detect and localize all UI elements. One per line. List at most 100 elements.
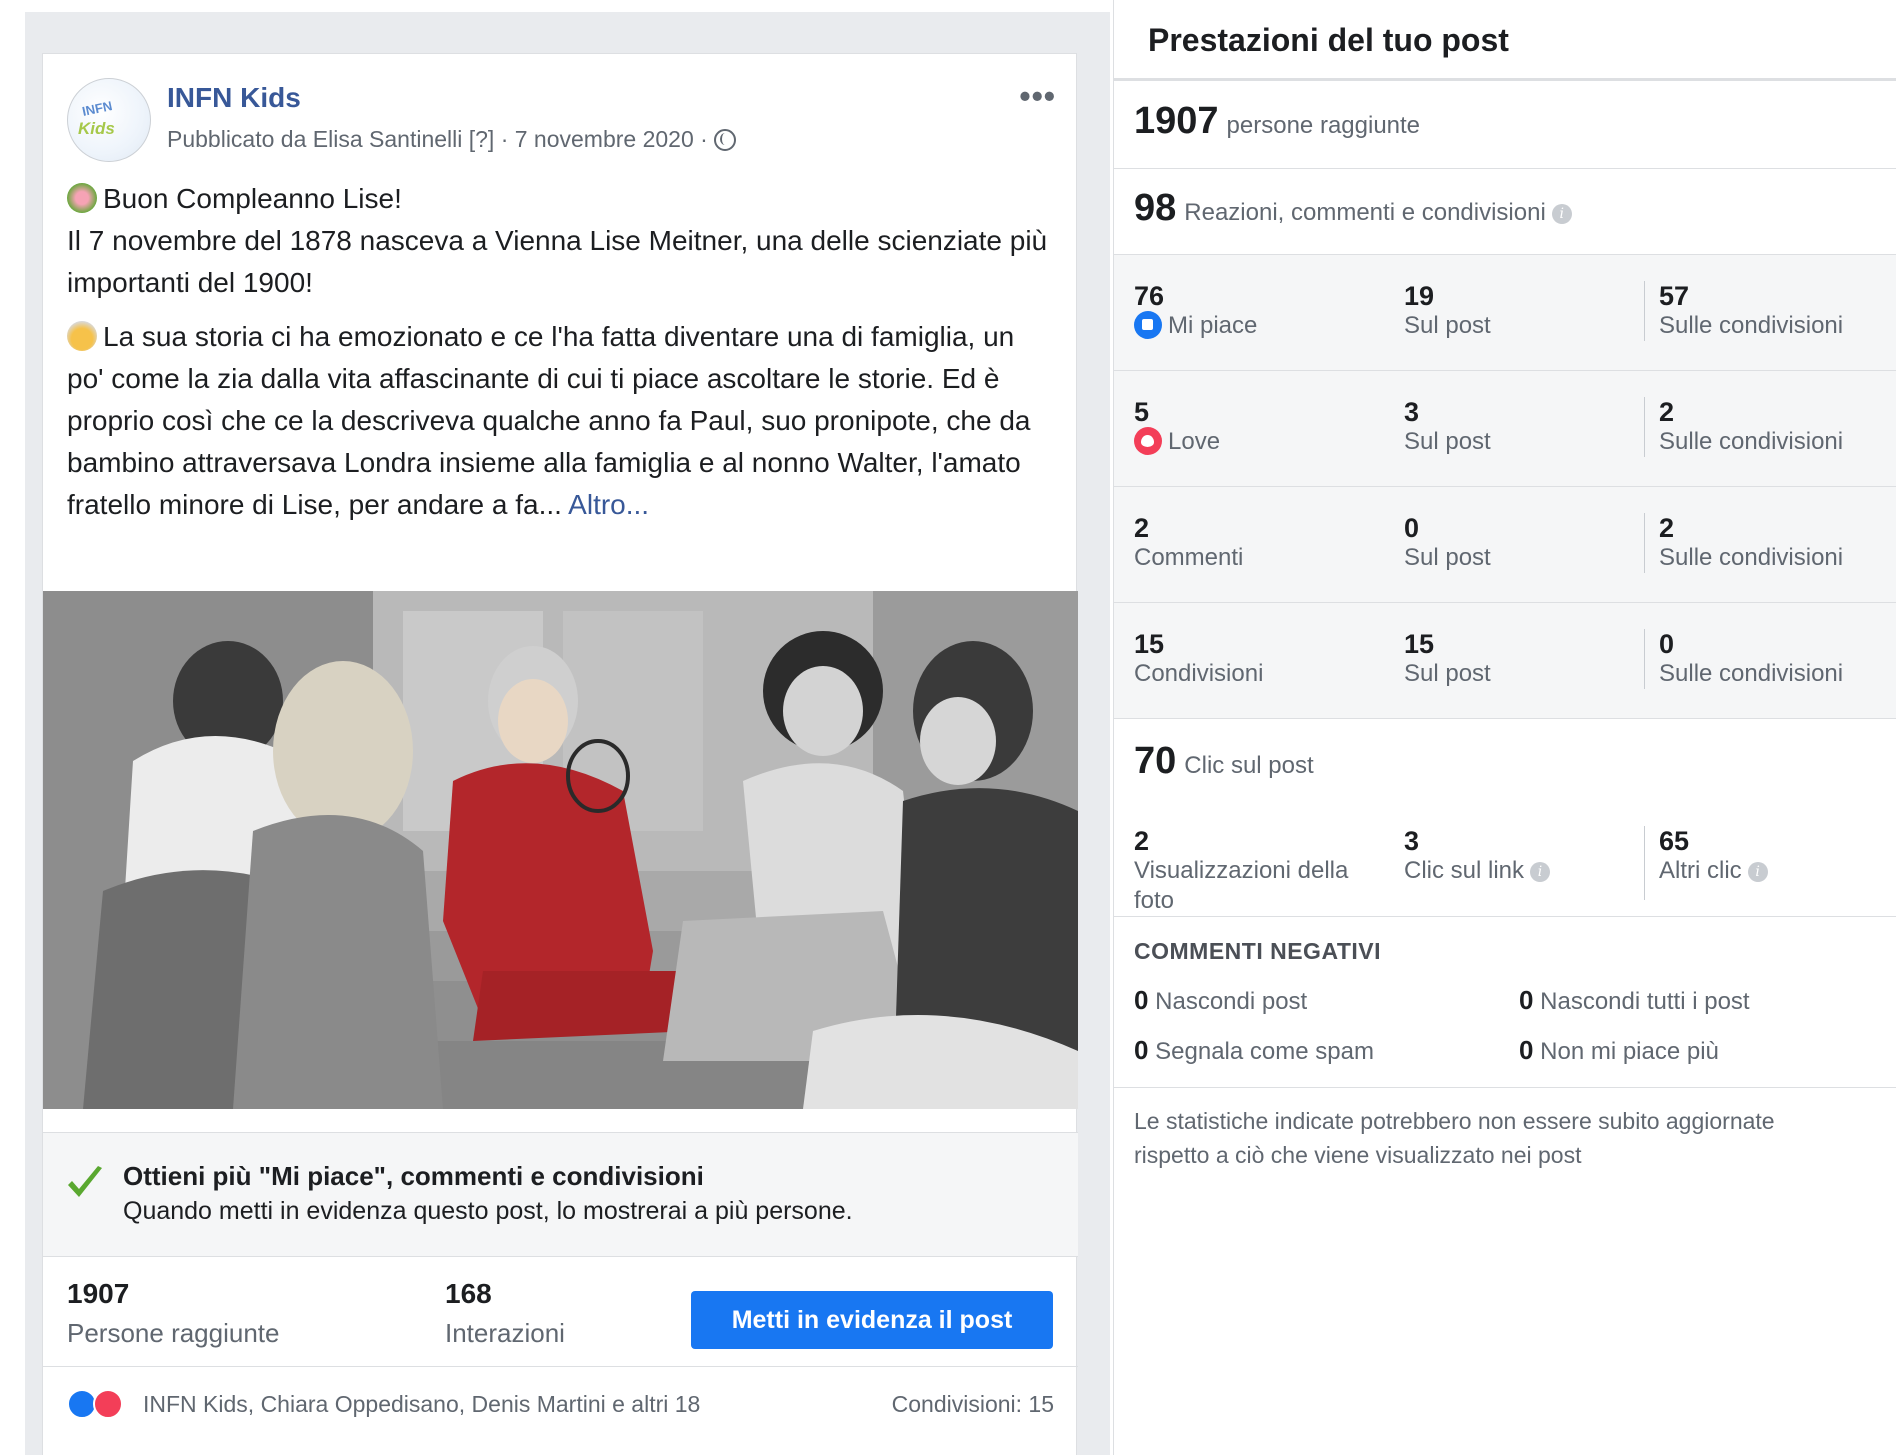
comments-on-post-value: 0 [1404, 513, 1420, 543]
hide-all-posts-value: 0 [1519, 985, 1534, 1015]
likes-label: Mi piace [1168, 312, 1258, 339]
comments-on-shares-label: Sulle condivisioni [1659, 544, 1844, 571]
shares-on-post-label: Sul post [1404, 660, 1491, 687]
avatar-text-bottom: Kids [78, 119, 115, 138]
boost-suggestion: Ottieni più "Mi piace", commenti e condi… [43, 1132, 1078, 1257]
report-spam-value: 0 [1134, 1035, 1149, 1065]
interactions-stat: 168 Interazioni [445, 1278, 565, 1349]
link-clicks-label: Clic sul link [1404, 857, 1525, 884]
shares-on-shares-value: 0 [1659, 629, 1675, 659]
page-name-link[interactable]: INFN Kids [167, 82, 301, 114]
shares-label: Condivisioni [1134, 660, 1264, 687]
shares-count-link[interactable]: Condivisioni: 15 [892, 1391, 1054, 1418]
reaction-breakdown: 76 Mi piace 19 Sul post 57 Sulle condivisio… [1114, 255, 1896, 719]
breakdown-row-likes: 76 Mi piace 19 Sul post 57 Sulle condivisio… [1114, 255, 1896, 371]
info-icon[interactable]: i [1530, 862, 1551, 882]
boost-post-button[interactable]: Metti in evidenza il post [691, 1291, 1053, 1349]
like-icon [1134, 311, 1162, 339]
reactors-link[interactable]: INFN Kids, Chiara Oppedisano, Denis Mart… [143, 1391, 700, 1418]
comments-on-shares-value: 2 [1659, 513, 1675, 543]
love-reaction-icon [93, 1389, 123, 1419]
divider [1114, 168, 1896, 169]
shares-total: 15 Condivisioni [1134, 629, 1263, 689]
grandma-emoji-icon [67, 321, 97, 351]
clicks-value: 70 [1134, 740, 1177, 782]
divider [1114, 78, 1896, 81]
boost-subtitle: Quando metti in evidenza questo post, lo… [123, 1197, 853, 1225]
reactions-row: INFN Kids, Chiara Oppedisano, Denis Mart… [43, 1367, 1078, 1447]
shares-on-shares: 0 Sulle condivisioni [1644, 629, 1843, 689]
comments-on-post: 0 Sul post [1404, 513, 1491, 573]
report-spam-stat: 0 Segnala come spam [1134, 1035, 1374, 1066]
other-clicks: 65 Altri clic i [1644, 826, 1768, 900]
love-on-shares: 2 Sulle condivisioni [1644, 397, 1843, 457]
post-paragraph-2: La sua storia ci ha emozionato e ce l'ha… [67, 316, 1057, 526]
love-on-post: 3 Sul post [1404, 397, 1491, 457]
hide-all-posts-label: Nascondi tutti i post [1540, 988, 1750, 1015]
love-total-value: 5 [1134, 397, 1150, 427]
post-photo[interactable] [43, 591, 1078, 1109]
interactions-value: 168 [445, 1278, 492, 1309]
post-header: INFN Kids INFN Kids Pubblicato da Elisa … [67, 78, 1056, 168]
engagement-label: Reazioni, commenti e condivisioni [1184, 199, 1546, 226]
hide-all-posts-stat: 0 Nascondi tutti i post [1519, 985, 1750, 1016]
comments-label: Commenti [1134, 544, 1244, 571]
likes-total-value: 76 [1134, 281, 1165, 311]
photo-views-label-1: Visualizzazioni della [1134, 857, 1349, 884]
report-spam-label: Segnala come spam [1155, 1038, 1374, 1065]
shares-on-post: 15 Sul post [1404, 629, 1491, 689]
post-paragraph-1-body: Il 7 novembre del 1878 nasceva a Vienna … [67, 225, 1048, 298]
post-card: INFN Kids INFN Kids Pubblicato da Elisa … [42, 53, 1078, 1455]
breakdown-row-love: 5 Love 3 Sul post 2 Sulle condivisioni [1114, 371, 1896, 487]
post-paragraph-1-heading: Buon Compleanno Lise! [103, 183, 402, 214]
likes-on-post-label: Sul post [1404, 312, 1491, 339]
likes-on-shares: 57 Sulle condivisioni [1644, 281, 1843, 341]
post-meta: Pubblicato da Elisa Santinelli [?] · 7 n… [167, 126, 737, 153]
unlike-page-stat: 0 Non mi piace più [1519, 1035, 1719, 1066]
link-clicks-value: 3 [1404, 826, 1420, 856]
hide-post-stat: 0 Nascondi post [1134, 985, 1307, 1016]
post-paragraph-1: Buon Compleanno Lise! Il 7 novembre del … [67, 178, 1057, 304]
likes-on-post-value: 19 [1404, 281, 1435, 311]
unlike-page-value: 0 [1519, 1035, 1534, 1065]
comments-on-post-label: Sul post [1404, 544, 1491, 571]
likes-total: 76 Mi piace [1134, 281, 1257, 341]
love-on-post-label: Sul post [1404, 428, 1491, 455]
reach-summary: 1907 persone raggiunte [1134, 100, 1420, 143]
negative-feedback-title: COMMENTI NEGATIVI [1134, 938, 1382, 964]
photo-views-value: 2 [1134, 826, 1150, 856]
other-clicks-value: 65 [1659, 826, 1690, 856]
page-avatar[interactable]: INFN Kids [67, 78, 151, 162]
love-on-post-value: 3 [1404, 397, 1420, 427]
see-more-link[interactable]: Altro... [568, 489, 649, 520]
reach-summary-label: persone raggiunte [1226, 112, 1421, 139]
link-clicks: 3 Clic sul link i [1404, 826, 1551, 886]
love-on-shares-label: Sulle condivisioni [1659, 428, 1844, 455]
shares-on-post-value: 15 [1404, 629, 1435, 659]
info-icon[interactable]: i [1747, 862, 1768, 882]
love-icon [1134, 427, 1162, 455]
love-label: Love [1168, 428, 1221, 455]
likes-on-shares-label: Sulle condivisioni [1659, 312, 1844, 339]
breakdown-row-comments: 2 Commenti 0 Sul post 2 Sulle condivisioni [1114, 487, 1896, 603]
comments-total: 2 Commenti [1134, 513, 1243, 573]
likes-on-shares-value: 57 [1659, 281, 1690, 311]
globe-icon [714, 129, 737, 151]
reach-label: Persone raggiunte [67, 1318, 280, 1348]
panel-title: Prestazioni del tuo post [1148, 22, 1509, 58]
more-options-button[interactable]: ••• [1019, 78, 1056, 115]
reach-summary-value: 1907 [1134, 100, 1219, 142]
avatar-text-top: INFN [80, 98, 114, 119]
shares-on-shares-label: Sulle condivisioni [1659, 660, 1844, 687]
love-on-shares-value: 2 [1659, 397, 1675, 427]
info-icon[interactable]: i [1551, 204, 1572, 224]
reach-value: 1907 [67, 1278, 130, 1309]
breakdown-row-shares: 15 Condivisioni 15 Sul post 0 Sulle condivi… [1114, 603, 1896, 719]
unlike-page-label: Non mi piace più [1540, 1038, 1719, 1065]
photo-views: 2 Visualizzazioni della foto [1134, 826, 1348, 916]
post-paragraph-2-body: La sua storia ci ha emozionato e ce l'ha… [67, 321, 1031, 520]
reaction-icons[interactable] [67, 1389, 127, 1421]
love-total: 5 Love [1134, 397, 1220, 457]
comments-on-shares: 2 Sulle condivisioni [1644, 513, 1843, 573]
post-meta-text: Pubblicato da Elisa Santinelli [?] · 7 n… [167, 126, 715, 152]
